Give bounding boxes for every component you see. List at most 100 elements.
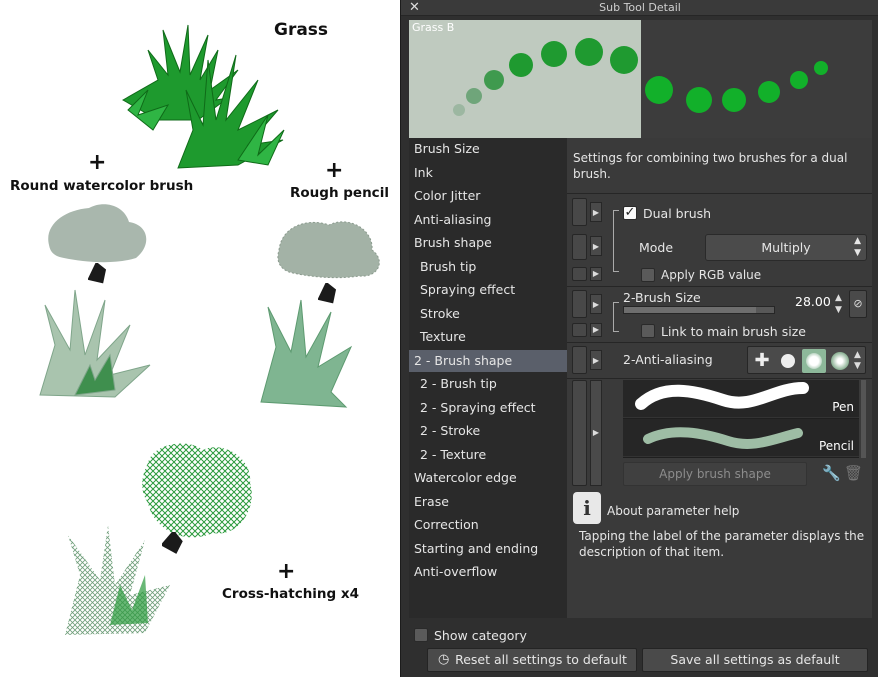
rough-pencil-label: Rough pencil [290, 185, 389, 201]
help-title: About parameter help [607, 504, 740, 518]
category-texture[interactable]: Texture [409, 326, 567, 348]
expand-arrow-icon[interactable]: ▶ [590, 236, 602, 256]
close-icon[interactable]: ✕ [409, 0, 420, 16]
category-2-stroke[interactable]: 2 - Stroke [409, 420, 567, 442]
expand-arrow-icon[interactable]: ▶ [590, 294, 602, 314]
trash-icon[interactable]: 🗑 [844, 464, 863, 482]
link-main-size-checkbox[interactable] [641, 324, 655, 338]
category-2-brush-shape[interactable]: 2 - Brush shape [409, 350, 567, 372]
reset-all-label: Reset all settings to default [455, 652, 627, 667]
title-bar: Sub Tool Detail ✕ [401, 0, 878, 16]
category-spraying-effect[interactable]: Spraying effect [409, 279, 567, 301]
pencil-grass-result [260, 299, 353, 408]
grass-sample [121, 24, 285, 169]
category-starting-and-ending[interactable]: Starting and ending [409, 538, 567, 560]
apply-rgb-label[interactable]: Apply RGB value [661, 268, 761, 282]
link-main-size-label[interactable]: Link to main brush size [661, 324, 806, 339]
apply-rgb-checkbox[interactable] [641, 268, 655, 282]
reset-all-button[interactable]: ◷ Reset all settings to default [427, 648, 637, 672]
brush-shape-item[interactable]: Pen [623, 380, 859, 418]
plus-sign: + [277, 559, 296, 584]
aa-medium-icon[interactable] [802, 349, 826, 373]
category-ink[interactable]: Ink [409, 162, 567, 184]
expand-arrow-icon[interactable]: ▶ [590, 202, 602, 222]
category-brush-tip[interactable]: Brush tip [409, 256, 567, 278]
pencil-sample [277, 221, 380, 279]
brush-stroke-preview: Grass B [409, 20, 872, 138]
cross-hatching-label: Cross-hatching x4 [222, 586, 360, 602]
spinner-icon[interactable]: ▲ ▼ [835, 292, 842, 316]
hatching-grass-result [65, 525, 170, 635]
spinner-icon: ▲ ▼ [854, 236, 861, 258]
arrow-down-icon [88, 263, 107, 284]
divider [567, 193, 872, 194]
pressure-button[interactable]: ⊘ [849, 290, 867, 318]
expand-arrow-icon[interactable]: ▶ [590, 323, 602, 337]
mode-label[interactable]: Mode [639, 240, 673, 255]
bracket-line [613, 302, 619, 332]
apply-brush-shape-button[interactable]: Apply brush shape [623, 462, 807, 486]
panel-title: Sub Tool Detail [599, 1, 681, 14]
brush-size-label[interactable]: 2-Brush Size [623, 290, 701, 305]
category-color-jitter[interactable]: Color Jitter [409, 185, 567, 207]
divider [567, 342, 872, 343]
category-anti-overflow[interactable]: Anti-overflow [409, 561, 567, 583]
category-erase[interactable]: Erase [409, 491, 567, 513]
parameter-help: i About parameter help Tapping the label… [573, 490, 867, 610]
row-toggle-button[interactable] [572, 290, 587, 318]
expand-arrow-icon[interactable]: ▶ [590, 380, 602, 486]
help-text: Tapping the label of the parameter displ… [579, 529, 865, 559]
category-watercolor-edge[interactable]: Watercolor edge [409, 467, 567, 489]
category-brush-shape[interactable]: Brush shape [409, 232, 567, 254]
brush-shape-list[interactable]: Pen Pencil [623, 380, 859, 458]
mode-value: Multiply [761, 240, 811, 255]
row-toggle-button[interactable] [572, 346, 587, 374]
row-toggle-button[interactable] [572, 323, 587, 337]
plus-sign: + [88, 150, 107, 175]
pen-stroke-preview [635, 382, 809, 410]
row-toggle-button[interactable] [572, 267, 587, 281]
wrench-icon[interactable]: 🔧 [822, 464, 841, 482]
aa-strong-icon[interactable] [828, 349, 852, 373]
row-toggle-button[interactable] [572, 198, 587, 226]
save-all-button[interactable]: Save all settings as default [642, 648, 868, 672]
category-2-texture[interactable]: 2 - Texture [409, 444, 567, 466]
spinner-icon[interactable]: ▲ ▼ [854, 350, 861, 372]
info-icon: i [573, 492, 601, 524]
mode-dropdown[interactable]: Multiply ▲ ▼ [705, 234, 867, 261]
brush-size-slider[interactable] [623, 306, 775, 314]
dual-brush-checkbox[interactable]: ✓ [623, 206, 637, 220]
category-correction[interactable]: Correction [409, 514, 567, 536]
aa-weak-icon[interactable] [776, 349, 800, 373]
divider [567, 378, 872, 379]
expand-arrow-icon[interactable]: ▶ [590, 267, 602, 281]
row-toggle-button[interactable] [572, 234, 587, 260]
category-2-spraying-effect[interactable]: 2 - Spraying effect [409, 397, 567, 419]
show-category-checkbox[interactable] [414, 628, 428, 642]
row-toggle-button[interactable] [572, 380, 587, 486]
preview-stroke [453, 38, 828, 116]
category-stroke[interactable]: Stroke [409, 303, 567, 325]
category-2-brush-tip[interactable]: 2 - Brush tip [409, 373, 567, 395]
scrollbar[interactable] [861, 380, 866, 458]
anti-aliasing-label[interactable]: 2-Anti-aliasing [623, 352, 713, 367]
show-category-label[interactable]: Show category [434, 628, 527, 643]
sub-tool-detail-panel: Sub Tool Detail ✕ Grass B Brush Size Ink… [400, 0, 878, 677]
category-anti-aliasing[interactable]: Anti-aliasing [409, 209, 567, 231]
anti-aliasing-selector[interactable]: ✚ ▲ ▼ [747, 346, 866, 374]
category-description: Settings for combining two brushes for a… [573, 151, 848, 181]
category-brush-size[interactable]: Brush Size [409, 138, 567, 160]
divider [567, 286, 872, 287]
dual-brush-label[interactable]: Dual brush [643, 206, 711, 221]
screenshot: Grass + Round watercolor brush + Rough p… [0, 0, 878, 677]
aa-none-icon[interactable]: ✚ [750, 349, 774, 373]
expand-arrow-icon[interactable]: ▶ [590, 350, 602, 370]
brush-shape-item[interactable]: Pencil [623, 419, 859, 457]
brush-shape-name: Pen [832, 400, 854, 414]
panel-footer: Show category ◷ Reset all settings to de… [409, 618, 872, 675]
grass-label: Grass [274, 20, 329, 40]
brush-size-value[interactable]: 28.00 [795, 294, 831, 309]
settings-pane: Settings for combining two brushes for a… [567, 138, 872, 618]
brush-illustration: Grass + Round watercolor brush + Rough p… [0, 0, 400, 677]
clock-icon: ◷ [438, 652, 450, 667]
